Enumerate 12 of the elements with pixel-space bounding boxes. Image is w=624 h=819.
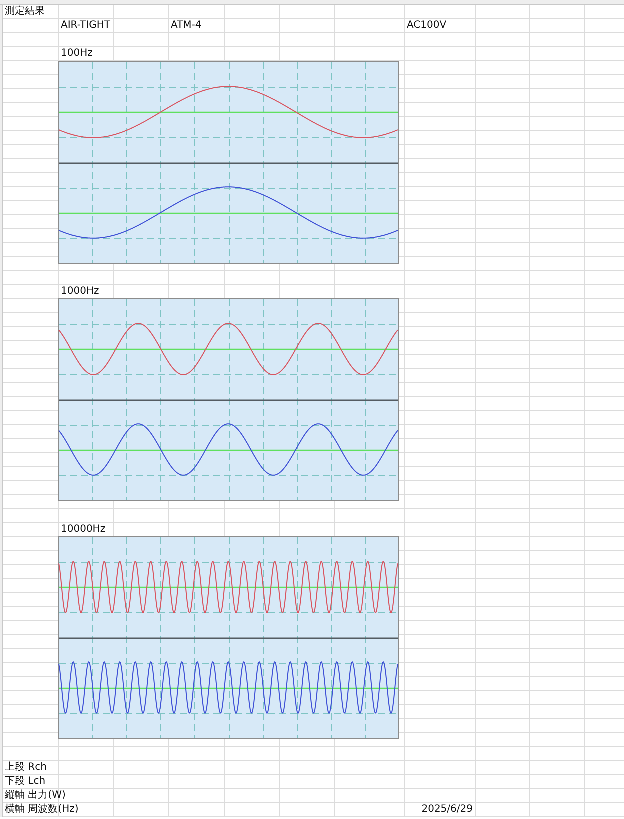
cell-text: 縦軸 出力(W) — [5, 790, 66, 802]
cell-text: AIR-TIGHT — [61, 20, 110, 32]
cell-text: 10000Hz — [61, 524, 106, 536]
cell-text: 100Hz — [61, 48, 93, 60]
cell-text: 横軸 周波数(Hz) — [5, 804, 79, 816]
cell-text: 下段 Lch — [5, 776, 46, 788]
cell-text: ATM-4 — [171, 20, 202, 32]
cell-text: AC100V — [407, 20, 447, 32]
cell-text: 2025/6/29 — [422, 804, 473, 816]
cell-text: 上段 Rch — [5, 762, 47, 774]
cell-text: 1000Hz — [61, 286, 100, 298]
cell-text: 測定結果 — [5, 6, 45, 18]
